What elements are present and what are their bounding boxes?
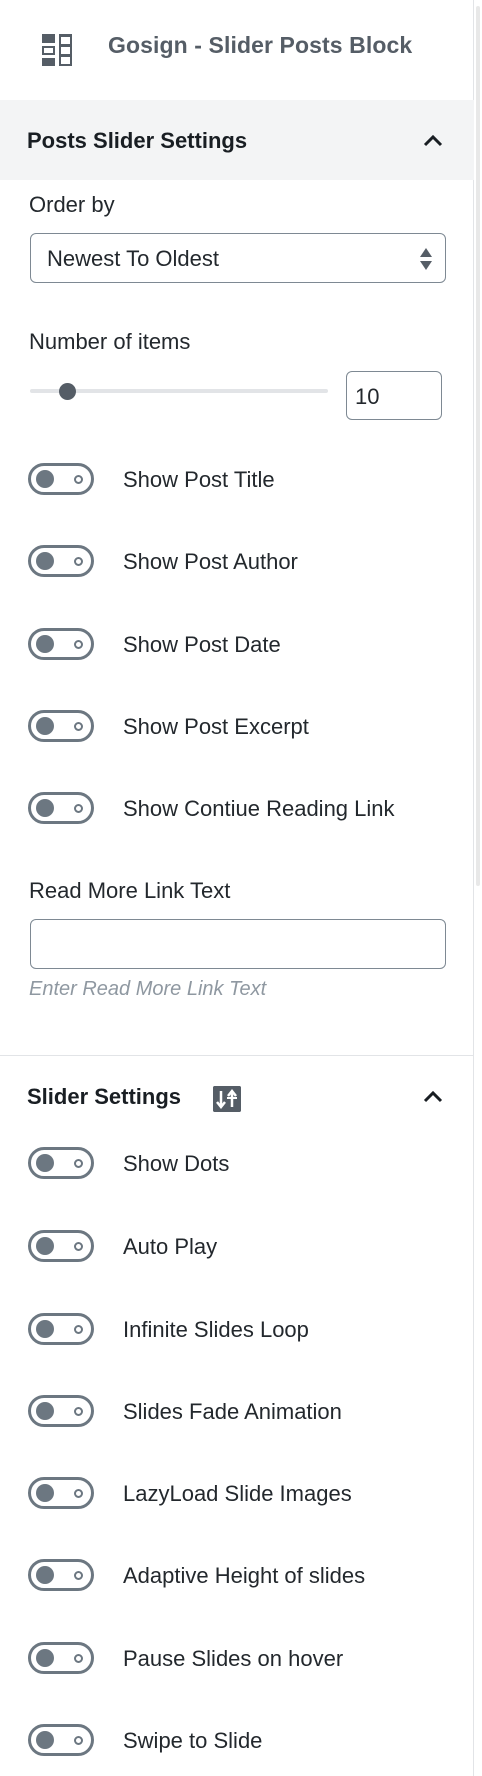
toggle-off-indicator xyxy=(74,1325,83,1334)
toggle-knob xyxy=(36,470,54,488)
toggle-knob xyxy=(36,1649,54,1667)
toggle-row-show-continue-reading-link: Show Contiue Reading Link xyxy=(0,790,474,834)
toggle-label: Pause Slides on hover xyxy=(123,1646,344,1671)
toggle-off-indicator xyxy=(74,804,83,813)
show-post-author-toggle[interactable] xyxy=(28,545,94,577)
posts-slider-settings-toggle[interactable]: Posts Slider Settings xyxy=(0,100,474,180)
number-of-items-value: 10 xyxy=(355,384,380,409)
toggle-knob xyxy=(36,799,54,817)
toggle-knob xyxy=(36,1154,54,1172)
scrollbar-thumb[interactable] xyxy=(476,6,480,886)
block-inspector-panel: Gosign - Slider Posts Block Posts Slider… xyxy=(0,0,474,1776)
show-post-excerpt-toggle[interactable] xyxy=(28,710,94,742)
toggle-knob xyxy=(36,1402,54,1420)
pause-slides-on-hover-toggle[interactable] xyxy=(28,1642,94,1674)
number-of-items-range-thumb[interactable] xyxy=(59,383,76,400)
block-card: Gosign - Slider Posts Block xyxy=(0,0,474,100)
toggle-label: Swipe to Slide xyxy=(123,1728,263,1753)
toggle-off-indicator xyxy=(74,640,83,649)
read-more-link-text-label: Read More Link Text xyxy=(29,878,231,903)
toggle-label: Show Post Excerpt xyxy=(123,714,309,739)
toggle-label: Show Post Date xyxy=(123,632,281,657)
toggle-row-pause-slides-on-hover: Pause Slides on hover xyxy=(0,1640,474,1684)
toggle-knob xyxy=(36,635,54,653)
toggle-knob xyxy=(36,1731,54,1749)
auto-play-toggle[interactable] xyxy=(28,1230,94,1262)
toggle-off-indicator xyxy=(74,1407,83,1416)
section-title: Posts Slider Settings xyxy=(27,128,248,153)
toggle-row-auto-play: Auto Play xyxy=(0,1228,474,1272)
toggle-row-adaptive-height-of-slides: Adaptive Height of slides xyxy=(0,1557,474,1601)
toggle-knob xyxy=(36,1484,54,1502)
toggle-off-indicator xyxy=(74,1242,83,1251)
toggle-off-indicator xyxy=(74,475,83,484)
toggle-off-indicator xyxy=(74,1654,83,1663)
number-of-items-label: Number of items xyxy=(29,329,191,354)
infinite-slides-loop-toggle[interactable] xyxy=(28,1313,94,1345)
swipe-to-slide-toggle[interactable] xyxy=(28,1724,94,1756)
toggle-row-show-post-date: Show Post Date xyxy=(0,626,474,670)
toggle-label: Slides Fade Animation xyxy=(123,1399,342,1424)
sort-icon xyxy=(213,1086,241,1112)
toggle-knob xyxy=(36,1320,54,1338)
toggle-row-swipe-to-slide: Swipe to Slide xyxy=(0,1722,474,1766)
toggle-off-indicator xyxy=(74,722,83,731)
toggle-label: Show Post Author xyxy=(123,549,298,574)
order-by-label: Order by xyxy=(29,192,115,217)
toggle-label: Show Dots xyxy=(123,1151,230,1176)
read-more-help-text: Enter Read More Link Text xyxy=(29,978,267,1000)
toggle-off-indicator xyxy=(74,1489,83,1498)
order-by-value: Newest To Oldest xyxy=(47,246,220,271)
scrollbar[interactable] xyxy=(474,0,482,1776)
toggle-row-show-post-title: Show Post Title xyxy=(0,461,474,505)
toggle-row-lazyload-slide-images: LazyLoad Slide Images xyxy=(0,1475,474,1519)
block-grid-icon xyxy=(42,34,72,66)
toggle-knob xyxy=(36,717,54,735)
read-more-link-text-input[interactable] xyxy=(30,919,446,969)
toggle-label: Show Contiue Reading Link xyxy=(123,796,395,821)
block-title: Gosign - Slider Posts Block xyxy=(108,32,413,58)
toggle-off-indicator xyxy=(74,1159,83,1168)
toggle-off-indicator xyxy=(74,1736,83,1745)
toggle-label: Adaptive Height of slides xyxy=(123,1563,366,1588)
order-by-select[interactable]: Newest To Oldest xyxy=(30,233,446,283)
toggle-row-show-dots: Show Dots xyxy=(0,1145,474,1189)
slides-fade-animation-toggle[interactable] xyxy=(28,1395,94,1427)
toggle-off-indicator xyxy=(74,557,83,566)
chevron-up-icon xyxy=(423,1090,443,1103)
toggle-row-show-post-author: Show Post Author xyxy=(0,543,474,587)
lazyload-slide-images-toggle[interactable] xyxy=(28,1477,94,1509)
toggle-row-show-post-excerpt: Show Post Excerpt xyxy=(0,708,474,752)
toggle-off-indicator xyxy=(74,1571,83,1580)
toggle-label: Infinite Slides Loop xyxy=(123,1317,309,1342)
toggle-label: Auto Play xyxy=(123,1234,218,1259)
toggle-knob xyxy=(36,552,54,570)
number-of-items-input[interactable]: 10 xyxy=(346,371,442,420)
show-post-title-toggle[interactable] xyxy=(28,463,94,495)
show-post-date-toggle[interactable] xyxy=(28,628,94,660)
toggle-label: Show Post Title xyxy=(123,467,275,492)
show-dots-toggle[interactable] xyxy=(28,1147,94,1179)
toggle-label: LazyLoad Slide Images xyxy=(123,1481,352,1506)
select-arrows-icon xyxy=(420,248,432,270)
chevron-up-icon xyxy=(423,134,443,147)
section-title: Slider Settings xyxy=(27,1084,182,1109)
toggle-row-infinite-slides-loop: Infinite Slides Loop xyxy=(0,1311,474,1355)
toggle-knob xyxy=(36,1566,54,1584)
show-continue-reading-link-toggle[interactable] xyxy=(28,792,94,824)
adaptive-height-of-slides-toggle[interactable] xyxy=(28,1559,94,1591)
toggle-knob xyxy=(36,1237,54,1255)
toggle-row-slides-fade-animation: Slides Fade Animation xyxy=(0,1393,474,1437)
